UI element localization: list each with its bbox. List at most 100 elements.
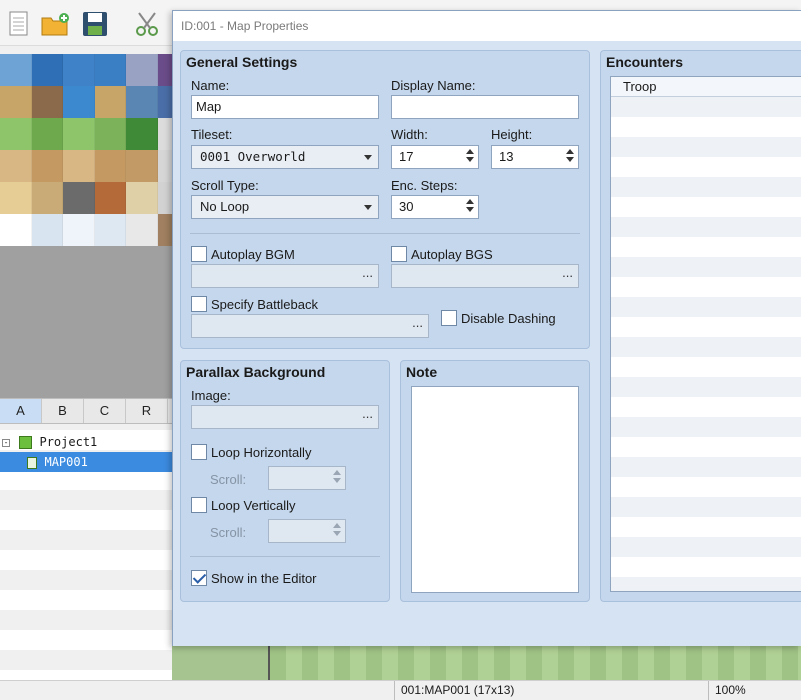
- tile-swatch[interactable]: [0, 86, 32, 118]
- cut-icon[interactable]: [133, 9, 163, 39]
- tile-swatch[interactable]: [63, 54, 95, 86]
- map-tree: - Project1 MAP001: [0, 430, 172, 680]
- parallax-heading: Parallax Background: [186, 364, 326, 380]
- spin-arrows-icon[interactable]: [464, 148, 476, 166]
- tile-swatch[interactable]: [157, 182, 172, 214]
- general-settings-heading: General Settings: [186, 54, 298, 70]
- v-scroll-label: Scroll:: [210, 525, 247, 540]
- v-scroll-stepper[interactable]: [268, 519, 346, 543]
- map-canvas[interactable]: [172, 646, 801, 680]
- display-name-input[interactable]: [391, 95, 579, 119]
- tile-swatch[interactable]: [126, 214, 158, 246]
- tileset-palette[interactable]: [0, 54, 172, 398]
- tile-swatch[interactable]: [63, 118, 95, 150]
- browse-ellipsis: ...: [362, 265, 373, 280]
- name-input[interactable]: Map: [191, 95, 379, 119]
- tile-swatch[interactable]: [31, 54, 63, 86]
- name-label: Name:: [191, 78, 230, 93]
- loop-horizontally-label: Loop Horizontally: [211, 445, 312, 460]
- tileset-select[interactable]: 0001 Overworld: [191, 145, 379, 169]
- tile-swatch[interactable]: [126, 150, 158, 182]
- h-scroll-stepper[interactable]: [268, 466, 346, 490]
- specify-battleback-checkbox[interactable]: [191, 296, 207, 312]
- autoplay-bgs-checkbox[interactable]: [391, 246, 407, 262]
- tile-swatch[interactable]: [126, 118, 158, 150]
- tile-swatch[interactable]: [157, 150, 172, 182]
- tile-swatch[interactable]: [63, 86, 95, 118]
- tile-swatch[interactable]: [94, 54, 126, 86]
- tile-grid[interactable]: [0, 54, 172, 246]
- tile-swatch[interactable]: [157, 86, 172, 118]
- height-stepper[interactable]: 13: [491, 145, 579, 169]
- tree-item-project[interactable]: - Project1: [0, 432, 172, 452]
- tile-swatch[interactable]: [126, 182, 158, 214]
- enc-steps-stepper[interactable]: 30: [391, 195, 479, 219]
- status-bar: 001:MAP001 (17x13) 100%: [0, 680, 801, 700]
- parallax-image-picker[interactable]: ...: [191, 405, 379, 429]
- troop-column-header[interactable]: Troop: [611, 77, 801, 97]
- tile-swatch[interactable]: [94, 118, 126, 150]
- tile-swatch[interactable]: [31, 150, 63, 182]
- new-project-icon[interactable]: [4, 9, 34, 39]
- tile-swatch[interactable]: [157, 54, 172, 86]
- autoplay-bgm-label: Autoplay BGM: [211, 247, 295, 262]
- show-in-editor-checkbox[interactable]: [191, 570, 207, 586]
- loop-vertically-label: Loop Vertically: [211, 498, 296, 513]
- show-in-editor-label: Show in the Editor: [211, 571, 317, 586]
- collapse-icon[interactable]: -: [2, 438, 10, 447]
- tile-swatch[interactable]: [0, 150, 32, 182]
- spin-arrows-icon[interactable]: [564, 148, 576, 166]
- tile-swatch[interactable]: [126, 86, 158, 118]
- encounters-table[interactable]: Troop: [610, 76, 801, 592]
- tile-swatch[interactable]: [0, 214, 32, 246]
- tile-swatch[interactable]: [157, 214, 172, 246]
- general-separator: [190, 233, 580, 234]
- project-cube-icon: [19, 436, 33, 449]
- loop-horizontally-checkbox[interactable]: [191, 444, 207, 460]
- note-textarea[interactable]: [411, 386, 579, 593]
- spin-arrows-icon[interactable]: [464, 198, 476, 216]
- save-project-icon[interactable]: [80, 9, 110, 39]
- tile-swatch[interactable]: [94, 182, 126, 214]
- battleback-picker[interactable]: ...: [191, 314, 429, 338]
- tile-swatch[interactable]: [63, 150, 95, 182]
- tile-swatch[interactable]: [63, 214, 95, 246]
- tile-swatch[interactable]: [94, 214, 126, 246]
- tab-a[interactable]: A: [0, 399, 42, 423]
- autoplay-bgm-picker[interactable]: ...: [191, 264, 379, 288]
- tile-swatch[interactable]: [31, 214, 63, 246]
- loop-vertically-checkbox[interactable]: [191, 497, 207, 513]
- spin-arrows-icon: [331, 469, 343, 487]
- tile-swatch[interactable]: [126, 54, 158, 86]
- tile-swatch[interactable]: [94, 86, 126, 118]
- tree-item-map001[interactable]: MAP001: [0, 452, 172, 472]
- tile-swatch[interactable]: [0, 182, 32, 214]
- browse-ellipsis: ...: [362, 406, 373, 421]
- scroll-type-select[interactable]: No Loop: [191, 195, 379, 219]
- map-label: MAP001: [44, 455, 88, 469]
- map-icon: [27, 456, 38, 469]
- disable-dashing-label: Disable Dashing: [461, 311, 556, 326]
- specify-battleback-label: Specify Battleback: [211, 297, 318, 312]
- tile-swatch[interactable]: [94, 150, 126, 182]
- width-value: 17: [399, 149, 414, 164]
- width-stepper[interactable]: 17: [391, 145, 479, 169]
- tile-swatch[interactable]: [0, 54, 32, 86]
- tile-swatch[interactable]: [31, 182, 63, 214]
- tab-r[interactable]: R: [126, 399, 168, 423]
- dialog-title: ID:001 - Map Properties: [173, 11, 801, 41]
- tile-swatch[interactable]: [157, 118, 172, 150]
- tab-b[interactable]: B: [42, 399, 84, 423]
- encounters-heading: Encounters: [606, 54, 684, 70]
- tab-c[interactable]: C: [84, 399, 126, 423]
- tile-swatch[interactable]: [31, 86, 63, 118]
- browse-ellipsis: ...: [562, 265, 573, 280]
- autoplay-bgs-picker[interactable]: ...: [391, 264, 579, 288]
- open-project-icon[interactable]: [40, 9, 70, 39]
- tile-swatch[interactable]: [31, 118, 63, 150]
- map-grass-area[interactable]: [268, 646, 801, 680]
- autoplay-bgm-checkbox[interactable]: [191, 246, 207, 262]
- tile-swatch[interactable]: [63, 182, 95, 214]
- tile-swatch[interactable]: [0, 118, 32, 150]
- disable-dashing-checkbox[interactable]: [441, 310, 457, 326]
